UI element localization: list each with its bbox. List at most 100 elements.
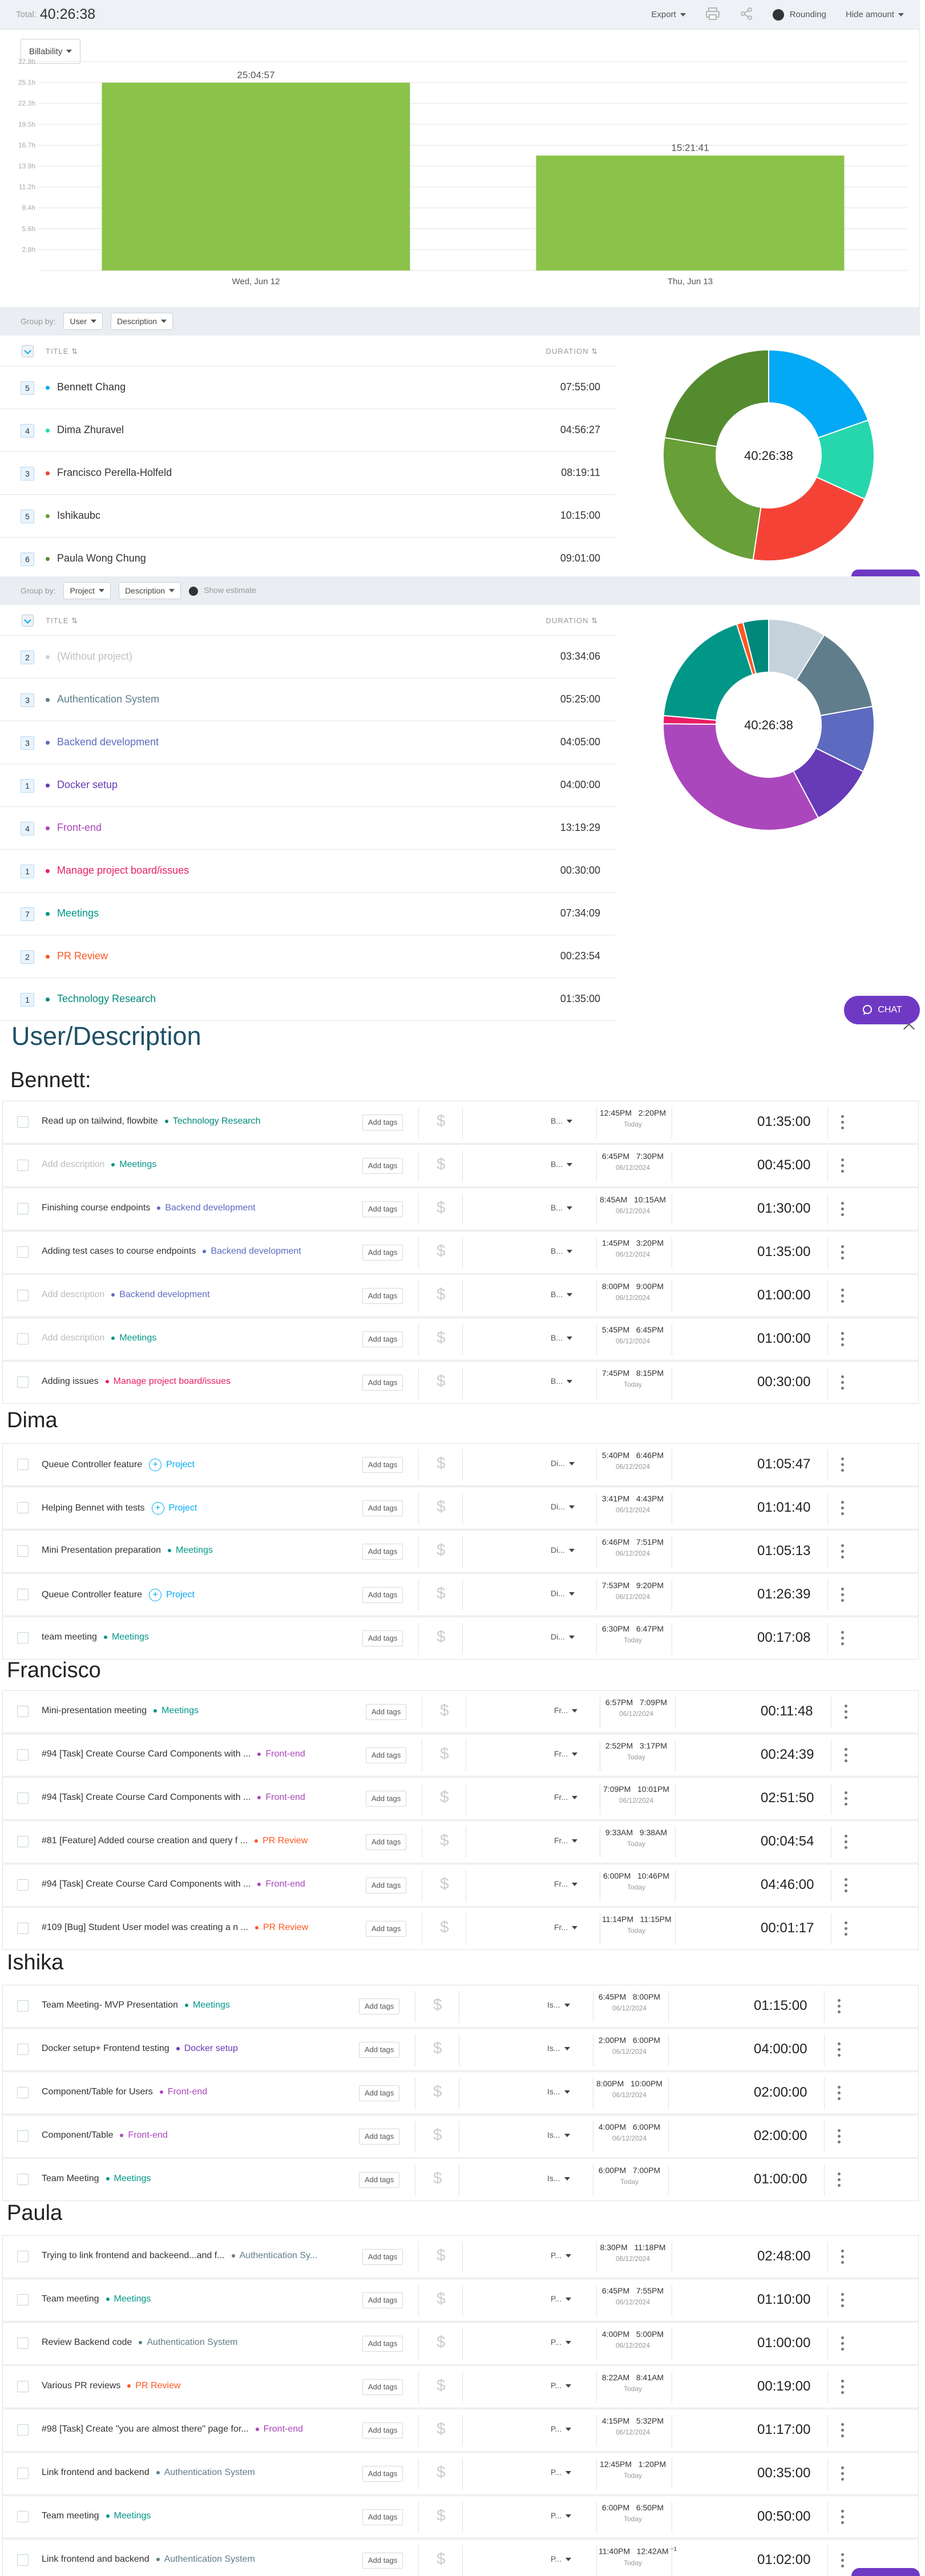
entry-description[interactable]: Team Meeting Meetings: [42, 2174, 151, 2184]
user-summary-row[interactable]: 3 Francisco Perella-Holfeld 08:19:11: [0, 452, 615, 495]
print-icon[interactable]: [705, 7, 720, 23]
chat-button-edge[interactable]: [851, 2568, 920, 2576]
time-entry-row[interactable]: #94 [Task] Create Course Card Components…: [2, 1864, 919, 1907]
time-entry-row[interactable]: #109 [Bug] Student User model was creati…: [2, 1907, 919, 1950]
user-dropdown[interactable]: B...: [551, 1376, 573, 1386]
chat-button-edge[interactable]: [851, 570, 920, 576]
entry-time-range[interactable]: 6:45PM 7:30PM 06/12/2024: [599, 1152, 667, 1172]
entry-time-range[interactable]: 8:30PM 11:18PM 06/12/2024: [599, 2243, 667, 2263]
entry-description[interactable]: Finishing course endpoints Backend develo…: [42, 1203, 256, 1213]
more-options-icon[interactable]: [841, 1588, 845, 1605]
user-dropdown[interactable]: Di...: [551, 1632, 575, 1641]
entry-duration[interactable]: 01:15:00: [754, 1998, 807, 2014]
project-summary-row[interactable]: 3 Authentication System 05:25:00: [0, 679, 615, 721]
user-dropdown[interactable]: Di...: [551, 1545, 575, 1555]
more-options-icon[interactable]: [841, 2510, 845, 2527]
entry-description[interactable]: Trying to link frontend and backeend...a…: [42, 2251, 317, 2261]
title-column-header[interactable]: TITLE ⇅: [46, 616, 78, 625]
entry-duration[interactable]: 02:51:50: [761, 1790, 814, 1806]
user-summary-row[interactable]: 5 Ishikaubc 10:15:00: [0, 495, 615, 538]
more-options-icon[interactable]: [841, 1375, 845, 1392]
user-dropdown[interactable]: B...: [551, 1246, 573, 1255]
entry-duration[interactable]: 01:17:00: [757, 2422, 810, 2438]
entry-checkbox[interactable]: [17, 2511, 29, 2522]
entry-project[interactable]: Meetings: [154, 1706, 199, 1715]
time-entry-row[interactable]: Docker setup+ Frontend testing Docker set…: [2, 2028, 919, 2071]
user-dropdown[interactable]: P...: [551, 2554, 572, 2563]
more-options-icon[interactable]: [841, 2336, 845, 2353]
time-entry-row[interactable]: Add description Meetings Add tags $ B... 6:45…: [2, 1144, 919, 1187]
user-dropdown[interactable]: B...: [551, 1160, 573, 1169]
entry-checkbox[interactable]: [17, 1459, 29, 1470]
group-by-user-dropdown[interactable]: User: [63, 313, 103, 330]
entry-checkbox[interactable]: [17, 1246, 29, 1258]
billable-dollar-icon[interactable]: $: [440, 1745, 449, 1763]
add-tags-button[interactable]: Add tags: [359, 2042, 400, 2058]
billable-dollar-icon[interactable]: $: [437, 1242, 446, 1260]
add-tags-button[interactable]: Add tags: [362, 1115, 403, 1130]
more-options-icon[interactable]: [845, 1878, 848, 1895]
more-options-icon[interactable]: [845, 1835, 848, 1852]
entry-duration[interactable]: 01:35:00: [757, 1244, 810, 1260]
entry-time-range[interactable]: 6:45PM 7:55PM 06/12/2024: [599, 2286, 667, 2306]
entry-project[interactable]: Backend development: [203, 1246, 301, 1256]
user-dropdown[interactable]: Di...: [551, 1589, 575, 1598]
billable-dollar-icon[interactable]: $: [437, 2463, 446, 2481]
group-by-description-dropdown[interactable]: Description: [111, 313, 173, 330]
user-dropdown[interactable]: P...: [551, 2294, 572, 2303]
user-dropdown[interactable]: Fr...: [554, 1836, 578, 1845]
entry-project[interactable]: Front-end: [120, 2130, 168, 2140]
entry-description[interactable]: Docker setup+ Frontend testing Docker set…: [42, 2044, 238, 2054]
time-entry-row[interactable]: Component/Table Front-end Add tags $ Is... 4:…: [2, 2115, 919, 2158]
entry-project[interactable]: + Project: [151, 1502, 197, 1515]
time-entry-row[interactable]: Team Meeting Meetings Add tags $ Is... 6:00PM…: [2, 2158, 919, 2201]
user-dropdown[interactable]: Is...: [547, 2130, 570, 2139]
entry-project[interactable]: Front-end: [257, 1879, 305, 1889]
show-estimate-toggle[interactable]: Show estimate: [189, 586, 256, 596]
more-options-icon[interactable]: [841, 2466, 845, 2484]
entry-count-badge[interactable]: 4: [21, 822, 34, 835]
add-tags-button[interactable]: Add tags: [362, 1158, 403, 1174]
add-tags-button[interactable]: Add tags: [362, 1544, 403, 1560]
billable-dollar-icon[interactable]: $: [437, 2333, 446, 2351]
entry-count-badge[interactable]: 6: [21, 552, 34, 566]
billable-dollar-icon[interactable]: $: [440, 1918, 449, 1936]
expand-all-checkbox[interactable]: [22, 615, 34, 627]
user-dropdown[interactable]: Di...: [551, 1459, 575, 1468]
time-entry-row[interactable]: Link frontend and backend Authentication …: [2, 2452, 919, 2495]
time-entry-row[interactable]: #94 [Task] Create Course Card Components…: [2, 1777, 919, 1820]
entry-checkbox[interactable]: [17, 2130, 29, 2142]
entry-checkbox[interactable]: [17, 1792, 29, 1804]
time-entry-row[interactable]: Queue Controller feature + Project Add tags…: [2, 1443, 919, 1486]
more-options-icon[interactable]: [841, 2380, 845, 2397]
entry-description[interactable]: Component/Table Front-end: [42, 2130, 168, 2141]
add-tags-button[interactable]: Add tags: [362, 2422, 403, 2438]
duration-column-header[interactable]: DURATION ⇅: [546, 347, 598, 356]
billable-dollar-icon[interactable]: $: [437, 1454, 446, 1472]
entry-count-badge[interactable]: 1: [21, 993, 34, 1007]
add-tags-button[interactable]: Add tags: [362, 1201, 403, 1217]
add-tags-button[interactable]: Add tags: [362, 1587, 403, 1603]
user-dropdown[interactable]: Fr...: [554, 1879, 578, 1888]
entry-checkbox[interactable]: [17, 1116, 29, 1128]
entry-count-badge[interactable]: 1: [21, 865, 34, 878]
entry-description[interactable]: Link frontend and backend Authentication …: [42, 2468, 255, 2478]
entry-time-range[interactable]: 4:15PM 5:32PM 06/12/2024: [599, 2416, 667, 2436]
donut-slice[interactable]: [768, 349, 869, 439]
user-dropdown[interactable]: B...: [551, 1290, 573, 1299]
add-tags-button[interactable]: Add tags: [362, 1375, 403, 1391]
add-tags-button[interactable]: Add tags: [362, 1245, 403, 1261]
entry-time-range[interactable]: 6:45PM 8:00PM 06/12/2024: [595, 1992, 664, 2012]
billable-dollar-icon[interactable]: $: [440, 1875, 449, 1893]
group-by-description-dropdown[interactable]: Description: [119, 582, 181, 599]
billable-dollar-icon[interactable]: $: [437, 1372, 446, 1390]
entry-time-range[interactable]: 2:00PM 6:00PM 06/12/2024: [595, 2036, 664, 2056]
entry-duration[interactable]: 02:48:00: [757, 2248, 810, 2264]
entry-time-range[interactable]: 3:41PM 4:43PM 06/12/2024: [599, 1494, 667, 1514]
user-dropdown[interactable]: P...: [551, 2251, 572, 2260]
entry-time-range[interactable]: 1:45PM 3:20PM 06/12/2024: [599, 1238, 667, 1258]
entry-time-range[interactable]: 9:33AM 9:38AM Today: [602, 1828, 670, 1848]
billable-dollar-icon[interactable]: $: [437, 2246, 446, 2264]
entry-description[interactable]: Component/Table for Users Front-end: [42, 2087, 207, 2097]
entry-description[interactable]: Adding issues Manage project board/issues: [42, 1376, 231, 1387]
